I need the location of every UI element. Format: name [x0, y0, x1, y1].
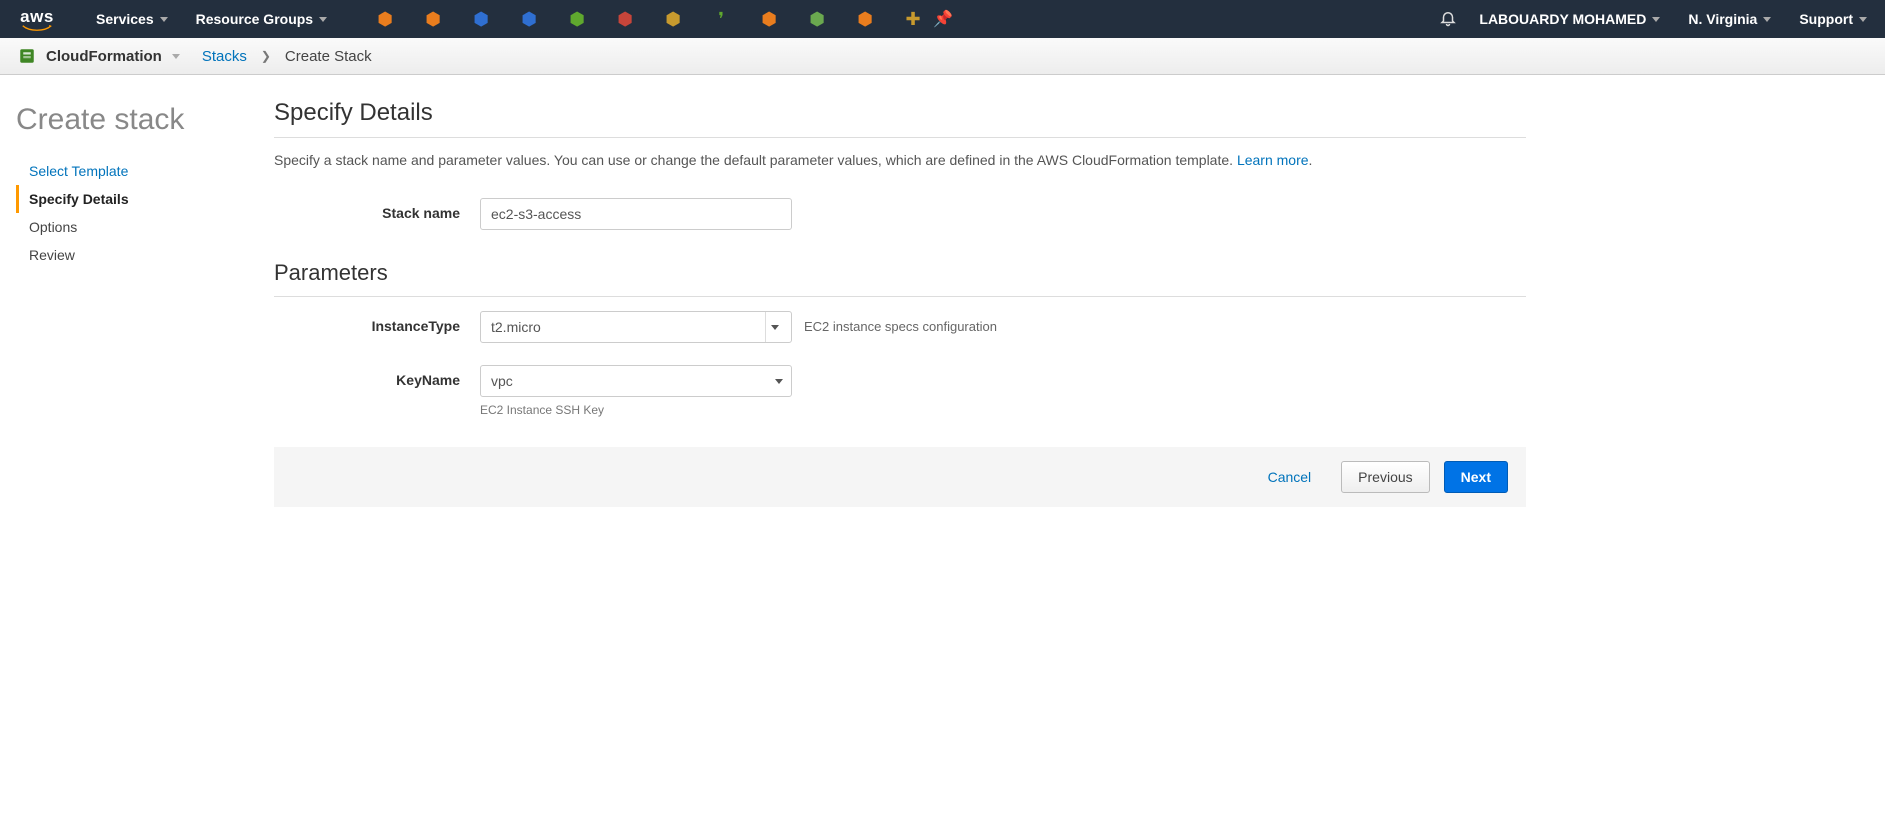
account-label: LABOUARDY MOHAMED	[1479, 11, 1646, 27]
caret-down-icon	[775, 379, 783, 384]
svc-icon-10[interactable]: ⬢	[807, 9, 827, 29]
resource-groups-label: Resource Groups	[196, 11, 313, 27]
breadcrumb-bar: CloudFormation Stacks ❯ Create Stack	[0, 38, 1885, 75]
svc-icon-11[interactable]: ⬢	[855, 9, 875, 29]
stack-name-input[interactable]	[480, 198, 792, 230]
specify-details-heading: Specify Details	[274, 99, 1526, 127]
svc-icon-5[interactable]: ⬢	[567, 9, 587, 29]
breadcrumb-current: Create Stack	[285, 48, 372, 65]
account-menu[interactable]: LABOUARDY MOHAMED	[1479, 11, 1660, 27]
next-button[interactable]: Next	[1444, 461, 1508, 493]
intro-body: Specify a stack name and parameter value…	[274, 152, 1237, 168]
wizard-step-specify-details[interactable]: Specify Details	[16, 185, 274, 213]
wizard-steps: Select Template Specify Details Options …	[16, 157, 274, 269]
cancel-button[interactable]: Cancel	[1252, 461, 1328, 493]
cloudformation-icon	[18, 47, 36, 65]
caret-down-icon	[1763, 17, 1771, 22]
instance-type-value: t2.micro	[491, 319, 541, 335]
svc-icon-3[interactable]: ⬢	[471, 9, 491, 29]
svc-icon-7[interactable]: ⬢	[663, 9, 683, 29]
service-switcher[interactable]: CloudFormation	[18, 47, 180, 65]
svc-icon-1[interactable]: ⬢	[375, 9, 395, 29]
caret-down-icon	[172, 54, 180, 59]
services-label: Services	[96, 11, 154, 27]
region-menu[interactable]: N. Virginia	[1688, 11, 1771, 27]
instance-type-select[interactable]: t2.micro	[480, 311, 792, 343]
instance-type-row: InstanceType t2.micro EC2 instance specs…	[274, 311, 1526, 343]
caret-down-icon	[1859, 17, 1867, 22]
previous-button[interactable]: Previous	[1341, 461, 1429, 493]
divider	[274, 137, 1526, 138]
caret-down-icon	[160, 17, 168, 22]
instance-type-description: EC2 instance specs configuration	[792, 311, 997, 334]
resource-groups-menu[interactable]: Resource Groups	[196, 11, 327, 27]
wizard-step-options[interactable]: Options	[16, 213, 274, 241]
region-label: N. Virginia	[1688, 11, 1757, 27]
pin-icon[interactable]: 📌	[933, 9, 953, 29]
key-name-label: KeyName	[274, 365, 480, 388]
caret-down-icon	[771, 325, 779, 330]
caret-down-icon	[319, 17, 327, 22]
main-content: Create stack Select Template Specify Det…	[0, 75, 1885, 547]
service-name: CloudFormation	[46, 48, 162, 65]
parameters-heading: Parameters	[274, 260, 1526, 286]
svc-icon-8[interactable]: ❜	[711, 9, 731, 29]
breadcrumb-stacks-link[interactable]: Stacks	[202, 48, 247, 65]
stack-name-row: Stack name	[274, 198, 1526, 230]
intro-text: Specify a stack name and parameter value…	[274, 152, 1526, 168]
wizard-sidebar: Create stack Select Template Specify Det…	[14, 93, 274, 507]
caret-down-icon	[1652, 17, 1660, 22]
svc-icon-9[interactable]: ⬢	[759, 9, 779, 29]
wizard-footer: Cancel Previous Next	[274, 447, 1526, 507]
svc-icon-4[interactable]: ⬢	[519, 9, 539, 29]
divider	[274, 296, 1526, 297]
stack-name-label: Stack name	[274, 198, 480, 221]
page-title: Create stack	[16, 103, 274, 137]
key-name-value: vpc	[491, 373, 513, 389]
support-label: Support	[1799, 11, 1853, 27]
key-name-select[interactable]: vpc	[480, 365, 792, 397]
wizard-step-select-template[interactable]: Select Template	[16, 157, 274, 185]
instance-type-label: InstanceType	[274, 311, 480, 334]
services-menu[interactable]: Services	[96, 11, 168, 27]
svc-icon-6[interactable]: ⬢	[615, 9, 635, 29]
learn-more-link[interactable]: Learn more	[1237, 152, 1309, 168]
key-name-help: EC2 Instance SSH Key	[480, 403, 792, 417]
wizard-step-review[interactable]: Review	[16, 241, 274, 269]
form-area: Specify Details Specify a stack name and…	[274, 93, 1534, 507]
svc-icon-12[interactable]: ✚	[903, 9, 923, 29]
global-nav: aws Services Resource Groups ⬢⬢⬢⬢⬢⬢⬢❜⬢⬢⬢…	[0, 0, 1885, 38]
breadcrumb-separator: ❯	[261, 49, 271, 63]
notifications-icon[interactable]	[1439, 9, 1457, 30]
aws-logo[interactable]: aws	[18, 8, 56, 31]
key-name-row: KeyName vpc EC2 Instance SSH Key	[274, 365, 1526, 417]
service-shortcut-bar: ⬢ ⬢ ⬢ ⬢ ⬢ ⬢ ⬢ ❜ ⬢ ⬢ ⬢ ✚	[375, 9, 923, 29]
svc-icon-2[interactable]: ⬢	[423, 9, 443, 29]
intro-suffix: .	[1309, 152, 1313, 168]
support-menu[interactable]: Support	[1799, 11, 1867, 27]
